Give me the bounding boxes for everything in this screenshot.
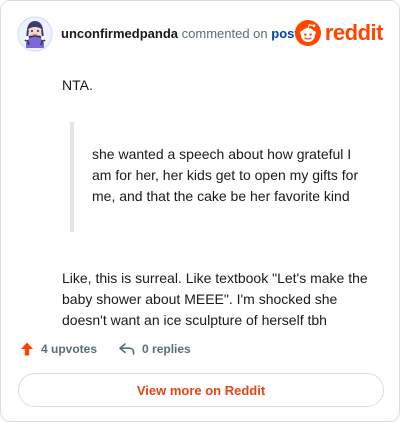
view-more-label: View more on Reddit xyxy=(136,382,266,398)
reply-button[interactable]: 0 replies xyxy=(118,341,191,357)
comment-intro: NTA. xyxy=(62,77,93,93)
comment-actions: 4 upvotes 0 replies xyxy=(19,341,191,357)
comment-header: unconfirmedpanda commented on post reddi… xyxy=(17,16,384,52)
comment-body: NTA. she wanted a speech about how grate… xyxy=(62,75,379,331)
upvote-button[interactable]: 4 upvotes xyxy=(19,341,97,357)
quoted-text: she wanted a speech about how grateful I… xyxy=(70,122,379,250)
username[interactable]: unconfirmedpanda xyxy=(61,26,178,41)
comment-text: Like, this is surreal. Like textbook "Le… xyxy=(62,270,368,328)
reddit-wordmark: reddit xyxy=(324,20,384,45)
upvote-count: 4 upvotes xyxy=(41,342,98,356)
avatar[interactable] xyxy=(17,16,53,52)
reddit-comment-card: unconfirmedpanda commented on post reddi… xyxy=(0,0,400,422)
commented-on-text: commented on xyxy=(181,26,268,41)
quote-text: she wanted a speech about how grateful I… xyxy=(92,146,359,204)
reddit-logo[interactable]: reddit xyxy=(294,20,384,46)
comment-meta: unconfirmedpanda commented on post xyxy=(61,25,299,43)
reply-arrow-icon xyxy=(119,343,135,355)
reply-count: 0 replies xyxy=(142,342,191,356)
view-more-button[interactable]: View more on Reddit xyxy=(18,373,384,407)
upvote-arrow-icon xyxy=(21,342,33,356)
avatar-image xyxy=(17,16,53,52)
reddit-logo-icon xyxy=(294,20,321,46)
